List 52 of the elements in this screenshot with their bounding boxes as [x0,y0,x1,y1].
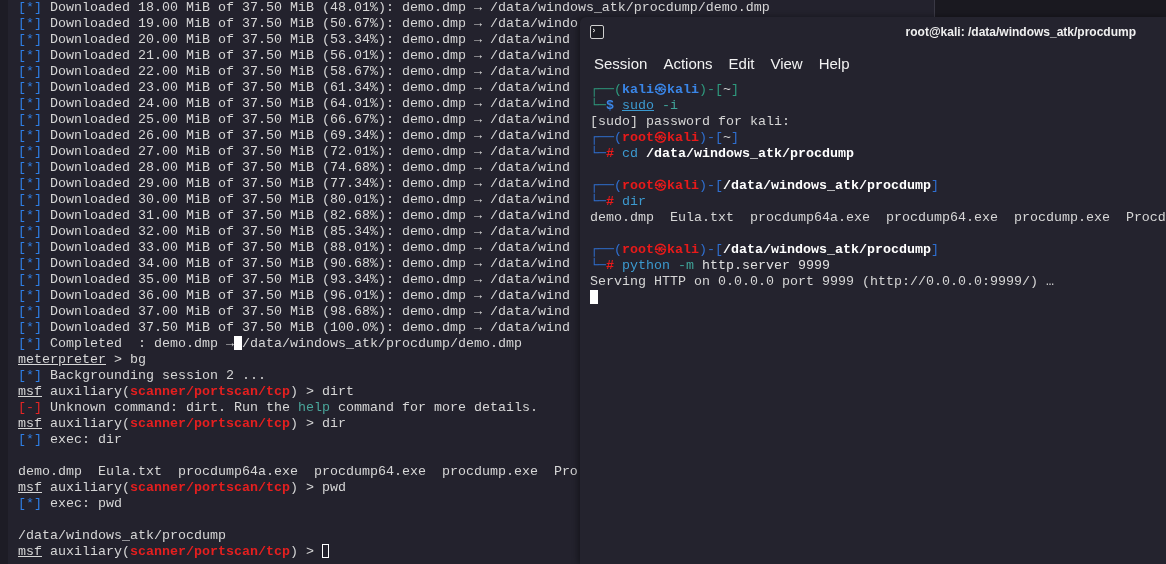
terminal-line: [*] Downloaded 37.00 MiB of 37.50 MiB (98.68%): demo.dmp → /data/wind [18,304,570,320]
menu-item[interactable]: Session [594,54,648,72]
terminal-line: [*] Downloaded 26.00 MiB of 37.50 MiB (69.34%): demo.dmp → /data/wind [18,128,570,144]
menu-item[interactable]: Actions [663,54,713,72]
terminal-line: [*] Downloaded 37.50 MiB of 37.50 MiB (100.0%): demo.dmp → /data/wind [18,320,570,336]
terminal-line: [-] Unknown command: dirt. Run the help command for more details. [18,400,538,416]
terminal-line: [*] Downloaded 27.00 MiB of 37.50 MiB (72.01%): demo.dmp → /data/wind [18,144,570,160]
terminal-line: [*] Downloaded 18.00 MiB of 37.50 MiB (48.01%): demo.dmp → /data/windows_atk/procdump/demo.dmp [18,0,770,16]
command-line: └─# cd /data/windows_atk/procdump [590,146,854,162]
menu-item[interactable]: Help [818,54,850,72]
terminal-line: [*] Downloaded 23.00 MiB of 37.50 MiB (61.34%): demo.dmp → /data/wind [18,80,570,96]
terminal-line: [*] Downloaded 21.00 MiB of 37.50 MiB (56.01%): demo.dmp → /data/wind [18,48,570,64]
terminal-line: msf auxiliary(scanner/portscan/tcp) > [18,544,329,560]
terminal-line: msf auxiliary(scanner/portscan/tcp) > pwd [18,480,346,496]
terminal-line: meterpreter > bg [18,352,146,368]
terminal-line: Serving HTTP on 0.0.0.0 port 9999 (http://0.0.0.0:9999/) … [590,274,1054,290]
text-cursor [590,290,598,304]
prompt-line: ┌──(kali㉿kali)-[~] [590,82,739,98]
terminal-line: [*] Downloaded 36.00 MiB of 37.50 MiB (96.01%): demo.dmp → /data/wind [18,288,570,304]
terminal-line: /data/windows_atk/procdump [18,528,226,544]
terminal-line: [*] Downloaded 22.00 MiB of 37.50 MiB (58.67%): demo.dmp → /data/wind [18,64,570,80]
terminal-line: [*] Downloaded 25.00 MiB of 37.50 MiB (66.67%): demo.dmp → /data/wind [18,112,570,128]
terminal-line: [*] Downloaded 20.00 MiB of 37.50 MiB (53.34%): demo.dmp → /data/wind [18,32,570,48]
command-line: └─# dir [590,194,646,210]
terminal-line: msf auxiliary(scanner/portscan/tcp) > dir [18,416,346,432]
command-line: └─$ sudo -i [590,98,678,114]
terminal-line: [*] Downloaded 30.00 MiB of 37.50 MiB (80.01%): demo.dmp → /data/wind [18,192,570,208]
terminal-line: [*] exec: pwd [18,496,122,512]
terminal-line: demo.dmp Eula.txt procdump64a.exe procdump64.exe procdump.exe Pro [18,464,578,480]
terminal-line: [*] Completed : demo.dmp → /data/windows_atk/procdump/demo.dmp [18,336,522,352]
terminal-line: [*] Downloaded 33.00 MiB of 37.50 MiB (88.01%): demo.dmp → /data/wind [18,240,570,256]
command-line: └─# python -m http.server 9999 [590,258,830,274]
menu-item[interactable]: Edit [728,54,755,72]
terminal-line: [*] Downloaded 28.00 MiB of 37.50 MiB (74.68%): demo.dmp → /data/wind [18,160,570,176]
prompt-line: ┌──(root㉿kali)-[/data/windows_atk/procdump] [590,242,939,258]
prompt-line: ┌──(root㉿kali)-[/data/windows_atk/procdump] [590,178,939,194]
terminal-line: [*] Backgrounding session 2 ... [18,368,266,384]
terminal-line: [sudo] password for kali: [590,114,790,130]
terminal-line: [*] Downloaded 31.00 MiB of 37.50 MiB (82.68%): demo.dmp → /data/wind [18,208,570,224]
terminal-line: [*] Downloaded 34.00 MiB of 37.50 MiB (90.68%): demo.dmp → /data/wind [18,256,570,272]
terminal-line: [*] Downloaded 19.00 MiB of 37.50 MiB (50.67%): demo.dmp → /data/windo [18,16,578,32]
prompt-line: ┌──(root㉿kali)-[~] [590,130,739,146]
terminal-line: [*] Downloaded 29.00 MiB of 37.50 MiB (77.34%): demo.dmp → /data/wind [18,176,570,192]
terminal-line: [*] Downloaded 35.00 MiB of 37.50 MiB (93.34%): demo.dmp → /data/wind [18,272,570,288]
terminal-line: [*] Downloaded 32.00 MiB of 37.50 MiB (85.34%): demo.dmp → /data/wind [18,224,570,240]
terminal-line: [*] Downloaded 24.00 MiB of 37.50 MiB (64.01%): demo.dmp → /data/wind [18,96,570,112]
terminal-icon[interactable] [590,25,604,39]
terminal-line: msf auxiliary(scanner/portscan/tcp) > dirt [18,384,354,400]
menu-item[interactable]: View [770,54,803,72]
window-title: root@kali: /data/windows_atk/procdump [905,25,1136,39]
terminal-line: demo.dmp Eula.txt procdump64a.exe procdump64.exe procdump.exe Procd [590,210,1166,226]
terminal-line: [*] exec: dir [18,432,122,448]
